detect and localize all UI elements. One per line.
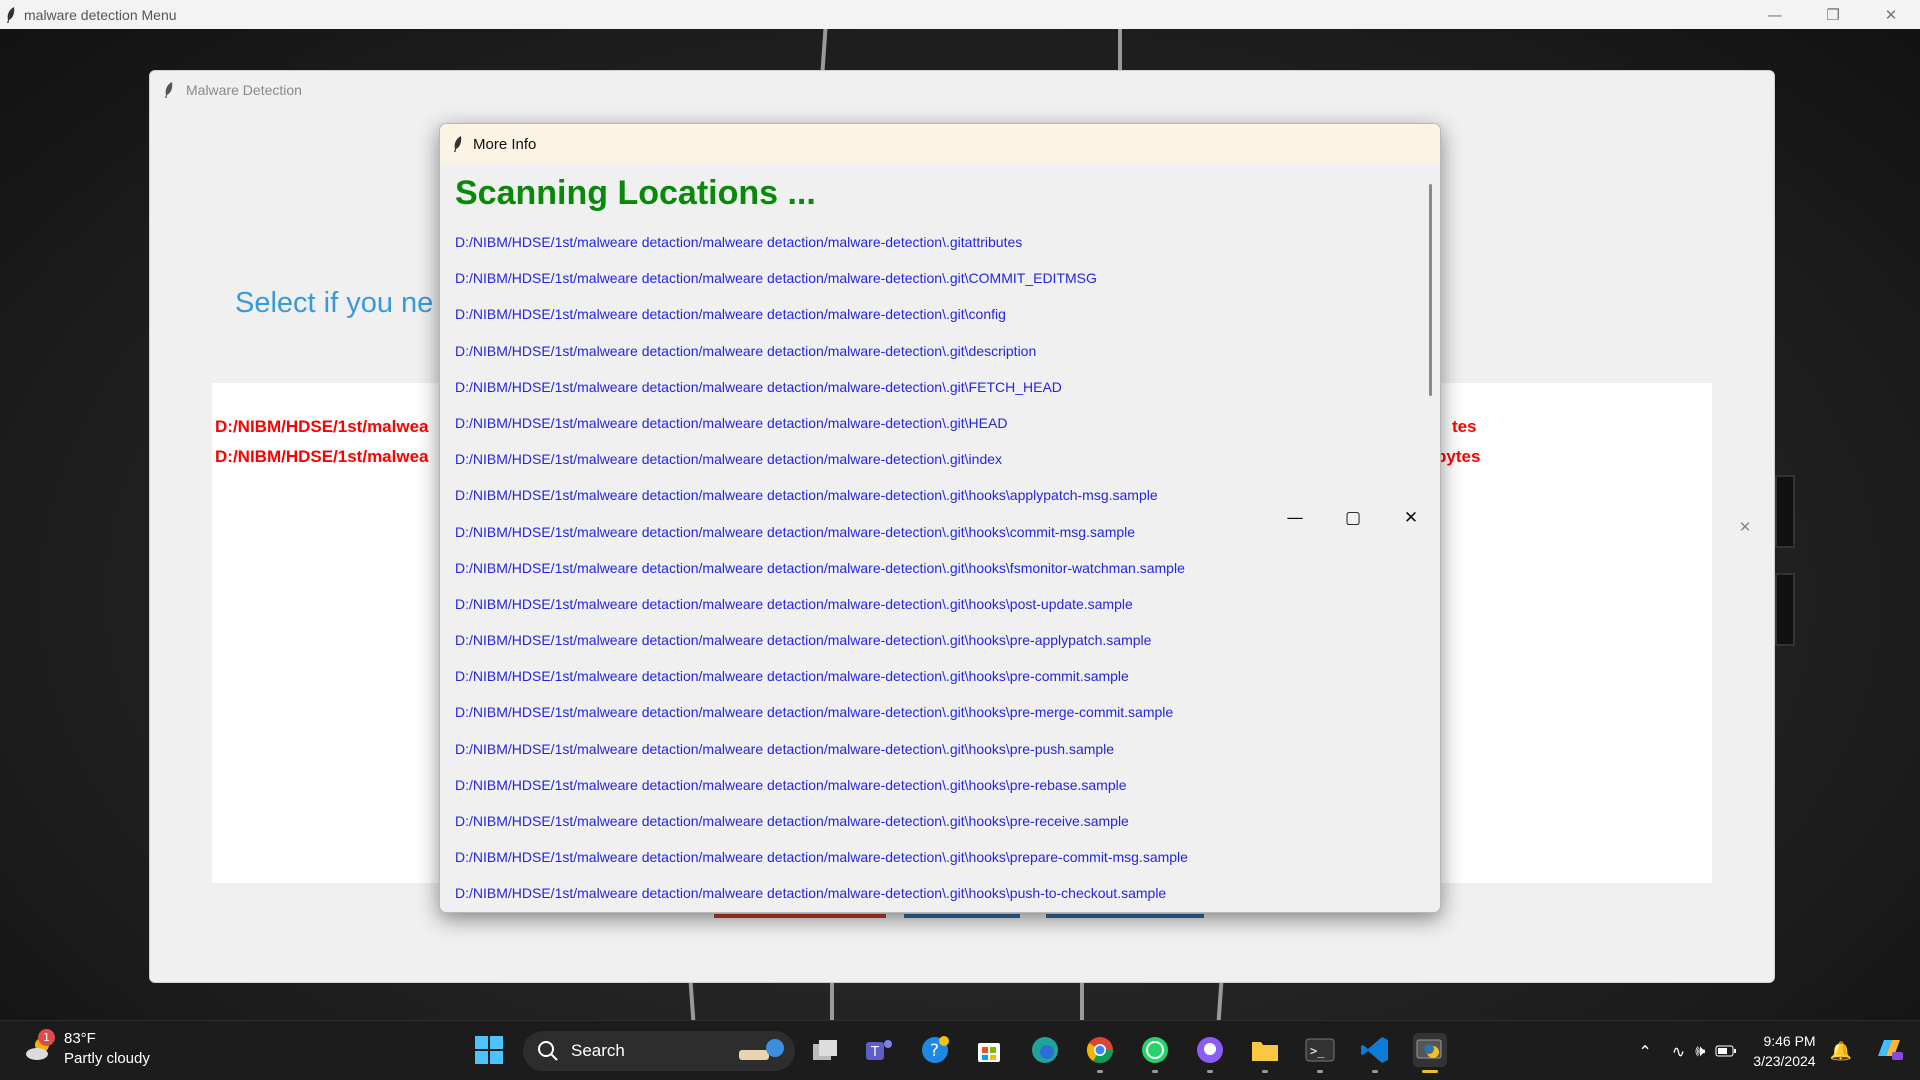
scanning-heading: Scanning Locations ... (455, 174, 816, 212)
taskbar-search[interactable]: Search (523, 1031, 795, 1071)
location-item: D:/NIBM/HDSE/1st/malweare detaction/malw… (455, 234, 1023, 250)
close-button[interactable]: ✕ (1716, 71, 1774, 982)
action-button-blue-1[interactable] (904, 914, 1020, 918)
side-button-1[interactable] (1775, 475, 1795, 548)
location-item: D:/NIBM/HDSE/1st/malweare detaction/malw… (455, 270, 1097, 287)
copilot-icon[interactable] (1874, 1034, 1904, 1068)
info-window-titlebar: More Info — ▢ ✕ (440, 124, 1440, 528)
select-label: Select if you ne (235, 287, 434, 319)
location-item: D:/NIBM/HDSE/1st/malweare detaction/malw… (455, 849, 1188, 866)
teams-icon[interactable]: T (862, 1033, 896, 1067)
location-item: D:/NIBM/HDSE/1st/malweare detaction/malw… (455, 306, 1006, 323)
python-app-icon[interactable] (1413, 1033, 1447, 1073)
side-button-2[interactable] (1775, 573, 1795, 646)
detection-window-titlebar: Malware Detection — ▢ ✕ (150, 71, 1774, 536)
location-item: D:/NIBM/HDSE/1st/malweare detaction/malw… (455, 487, 1158, 504)
search-highlight-icon (739, 1039, 784, 1060)
result-line-path: D:/NIBM/HDSE/1st/malwea (215, 417, 429, 436)
menu-window-titlebar: malware detection Menu — ❐ ✕ (0, 0, 1920, 29)
minimize-icon: — (1767, 5, 1783, 24)
edge-icon[interactable] (1028, 1033, 1062, 1067)
clock[interactable]: 9:46 PM 3/23/2024 (1753, 1031, 1815, 1071)
location-item: D:/NIBM/HDSE/1st/malweare detaction/malw… (455, 740, 1115, 757)
maximize-button[interactable]: ▢ (1324, 124, 1382, 912)
more-info-window: More Info — ▢ ✕ Scanning Locations ... D… (439, 123, 1441, 913)
info-window-title: More Info (473, 135, 537, 153)
weather-temp: 83°F (64, 1030, 96, 1047)
feather-icon (6, 6, 16, 23)
close-button[interactable]: ✕ (1862, 0, 1920, 29)
weather-widget[interactable]: 1 83°F Partly cloudy (24, 1029, 150, 1069)
detection-window-title: Malware Detection (186, 81, 302, 98)
system-tray: ⌃ ∿ 🕪 9:46 PM 3/23/2024 🔔 (1638, 1021, 1920, 1080)
result-line-size: tes (1452, 417, 1477, 436)
weather-badge: 1 (38, 1029, 55, 1046)
store-icon[interactable] (972, 1033, 1006, 1067)
terminal-icon[interactable]: >_ (1303, 1033, 1337, 1073)
search-icon (538, 1041, 558, 1061)
search-label: Search (571, 1041, 625, 1060)
taskbar: 1 83°F Partly cloudy Search T ? >_ ⌃ ∿ 🕪… (0, 1020, 1920, 1080)
svg-text:>_: >_ (1310, 1044, 1325, 1058)
chrome-icon[interactable] (1083, 1033, 1117, 1073)
location-item: D:/NIBM/HDSE/1st/malweare detaction/malw… (455, 632, 1152, 649)
location-item: D:/NIBM/HDSE/1st/malweare detaction/malw… (455, 885, 1167, 902)
github-icon[interactable] (1193, 1033, 1227, 1073)
vscode-icon[interactable] (1358, 1033, 1392, 1073)
restore-button[interactable]: ❐ (1804, 0, 1862, 29)
minimize-icon: — (1286, 508, 1304, 528)
scrollbar[interactable] (1429, 184, 1432, 396)
location-item: D:/NIBM/HDSE/1st/malweare detaction/malw… (455, 704, 1174, 721)
location-item: D:/NIBM/HDSE/1st/malweare detaction/malw… (455, 559, 1185, 576)
task-view-icon[interactable] (808, 1033, 842, 1067)
maximize-icon: ▢ (1344, 508, 1362, 528)
action-button-red[interactable] (714, 914, 886, 918)
location-item: D:/NIBM/HDSE/1st/malweare detaction/malw… (455, 668, 1129, 685)
svg-text:?: ? (930, 1041, 939, 1061)
chevron-up-icon[interactable]: ⌃ (1638, 1042, 1651, 1061)
location-list[interactable]: D:/NIBM/HDSE/1st/malweare detaction/malw… (455, 234, 1188, 912)
location-item: D:/NIBM/HDSE/1st/malweare detaction/malw… (455, 523, 1136, 540)
menu-window-title: malware detection Menu (24, 6, 177, 23)
feather-icon (164, 81, 174, 98)
result-line-size: bytes (1436, 447, 1481, 466)
weather-desc: Partly cloudy (64, 1050, 150, 1067)
location-item: D:/NIBM/HDSE/1st/malweare detaction/malw… (455, 451, 1003, 468)
minimize-button[interactable]: — (1266, 124, 1324, 912)
svg-text:T: T (870, 1045, 879, 1060)
restore-icon: ❐ (1826, 5, 1840, 24)
whatsapp-icon[interactable] (1138, 1033, 1172, 1073)
clock-date: 3/23/2024 (1753, 1053, 1816, 1069)
location-item: D:/NIBM/HDSE/1st/malweare detaction/malw… (455, 414, 1008, 431)
weather-icon: 1 (24, 1029, 56, 1065)
volume-icon[interactable]: 🕪 (1695, 1041, 1705, 1061)
location-item: D:/NIBM/HDSE/1st/malweare detaction/malw… (455, 813, 1129, 829)
close-icon: ✕ (1884, 5, 1898, 24)
help-icon[interactable]: ? (918, 1033, 952, 1067)
location-item: D:/NIBM/HDSE/1st/malweare detaction/malw… (455, 776, 1127, 793)
location-item: D:/NIBM/HDSE/1st/malweare detaction/malw… (455, 378, 1062, 395)
battery-icon[interactable] (1715, 1042, 1737, 1061)
notification-bell-icon[interactable]: 🔔 (1830, 1041, 1852, 1062)
result-line-path: D:/NIBM/HDSE/1st/malwea (215, 447, 429, 466)
wifi-icon[interactable]: ∿ (1672, 1042, 1685, 1061)
location-item: D:/NIBM/HDSE/1st/malweare detaction/malw… (455, 595, 1133, 612)
close-icon: ✕ (1403, 508, 1419, 528)
windows-icon (475, 1036, 503, 1064)
action-button-blue-2[interactable] (1046, 914, 1204, 918)
feather-icon (453, 136, 463, 152)
close-icon: ✕ (1738, 517, 1752, 536)
start-button[interactable] (472, 1033, 506, 1067)
clock-time: 9:46 PM (1763, 1033, 1816, 1049)
minimize-button[interactable]: — (1746, 0, 1804, 29)
location-item: D:/NIBM/HDSE/1st/malweare detaction/malw… (455, 342, 1037, 359)
file-explorer-icon[interactable] (1248, 1033, 1282, 1073)
